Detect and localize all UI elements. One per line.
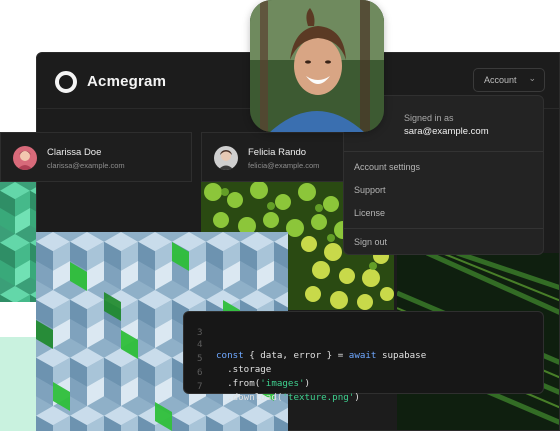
code-text: .from( (216, 378, 261, 389)
code-string: 'texture.png' (282, 392, 355, 403)
card-name: Clarissa Doe (47, 147, 102, 158)
code-snippet: 3 4 const { data, error } = await supaba… (183, 311, 544, 403)
code-line: .storage (216, 364, 272, 375)
code-keyword: const (216, 350, 244, 361)
signed-in-email: sara@example.com (404, 126, 489, 137)
avatar (214, 146, 238, 170)
avatar (13, 146, 37, 170)
card-email: felicia@example.com (248, 161, 320, 170)
account-button-label: Account (484, 75, 517, 85)
account-button[interactable]: Account ⌄ (473, 68, 545, 92)
menu-item-sign-out[interactable]: Sign out (354, 237, 387, 247)
code-text: { data, error } = (243, 350, 349, 361)
menu-item-license[interactable]: License (354, 208, 385, 218)
signed-in-label: Signed in as (404, 113, 454, 123)
ring-logo-icon (55, 71, 77, 93)
card-email: clarissa@example.com (47, 161, 125, 170)
user-portrait-photo (250, 0, 384, 132)
card-name: Felicia Rando (248, 147, 307, 158)
line-number: 7 (197, 381, 203, 392)
menu-item-account-settings[interactable]: Account settings (354, 162, 420, 172)
chevron-down-icon: ⌄ (528, 73, 536, 83)
code-text: ) (304, 378, 311, 389)
brand-name: Acmegram (87, 73, 167, 90)
code-text: ) (354, 392, 360, 403)
divider (344, 228, 543, 229)
code-line: const { data, error } = await supabase (216, 350, 426, 361)
profile-card-felicia[interactable]: Felicia Rando felicia@example.com (201, 132, 344, 182)
code-line: .from('images') (216, 378, 310, 389)
code-text: .download( (216, 392, 283, 403)
code-string: 'images' (260, 378, 305, 389)
code-line: .download('texture.png') (216, 392, 360, 403)
profile-card-clarissa[interactable]: Clarissa Doe clarissa@example.com (0, 132, 192, 182)
code-text: supabase (376, 350, 427, 361)
code-keyword: await (348, 350, 377, 361)
menu-item-support[interactable]: Support (354, 185, 386, 195)
